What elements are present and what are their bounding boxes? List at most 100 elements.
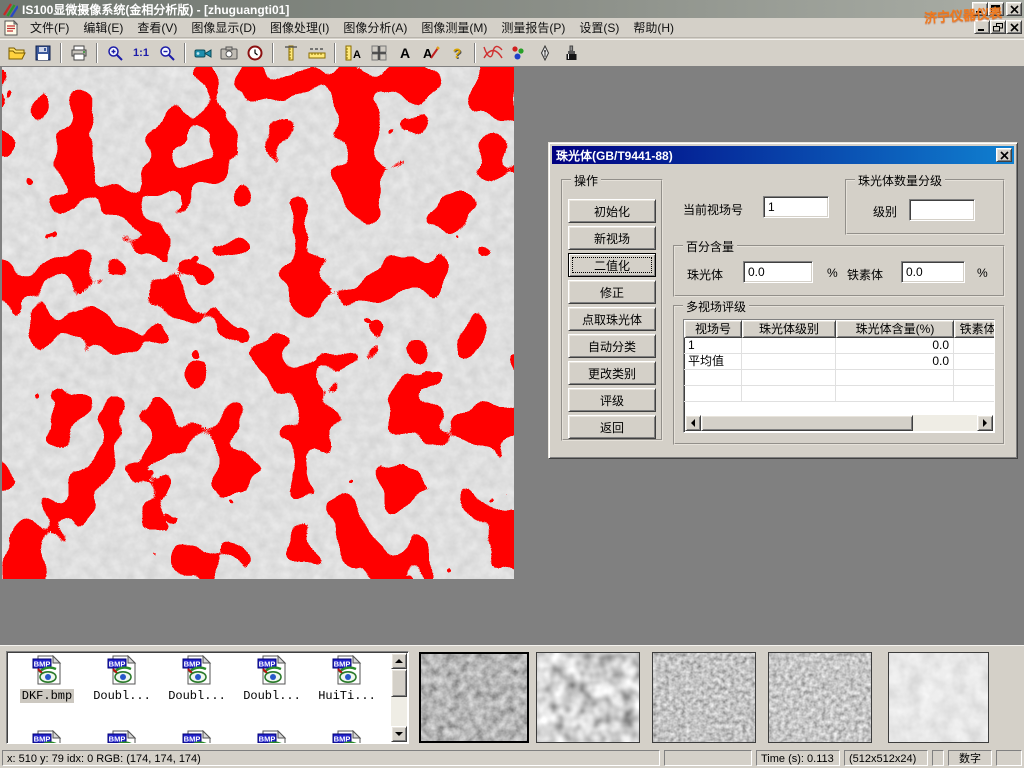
current-field-input[interactable] [763, 196, 829, 218]
header-ferrite-pct[interactable]: 铁素体含量(%) [954, 320, 995, 338]
grade-input[interactable] [909, 199, 975, 221]
file-list[interactable]: DKF.bmp Doubl... Doubl... Doubl... HuiTi… [6, 651, 409, 744]
correct-button[interactable]: 修正 [568, 280, 656, 304]
status-mode: 数字 [948, 750, 992, 766]
menu-view[interactable]: 查看(V) [130, 18, 184, 38]
pen-nib-icon [538, 45, 552, 61]
rate-button[interactable]: 评级 [568, 388, 656, 412]
file-item[interactable] [311, 730, 383, 744]
one-to-one-icon: 1:1 [133, 47, 149, 59]
thumbnail-2[interactable] [536, 652, 640, 743]
bottom-panel: DKF.bmp Doubl... Doubl... Doubl... HuiTi… [0, 645, 1024, 748]
ruler-measure-button[interactable] [304, 41, 330, 65]
scroll-track[interactable] [913, 415, 977, 431]
header-grade[interactable]: 珠光体级别 [742, 320, 836, 338]
file-item[interactable]: Doubl... [161, 655, 233, 703]
file-name[interactable]: Doubl... [91, 689, 153, 703]
file-name[interactable]: HuiTi... [316, 689, 378, 703]
table-row[interactable]: 1 0.0 [684, 338, 994, 354]
dialog-close-button[interactable] [996, 148, 1012, 162]
file-name[interactable]: DKF.bmp [20, 689, 74, 703]
pearlite-percent-input[interactable] [743, 261, 813, 283]
text-edit-button[interactable]: A [418, 41, 444, 65]
header-field-no[interactable]: 视场号 [684, 320, 742, 338]
file-item[interactable] [236, 730, 308, 744]
metallograph-image[interactable] [2, 67, 514, 579]
binarize-button[interactable]: 二值化 [568, 253, 656, 277]
pen-tool-button[interactable] [532, 41, 558, 65]
table-row[interactable]: 平均值 0.0 [684, 354, 994, 370]
text-annotate-button[interactable]: A [392, 41, 418, 65]
menu-report[interactable]: 测量报告(P) [494, 18, 572, 38]
dialog-title-bar[interactable]: 珠光体(GB/T9441-88) [552, 146, 1014, 164]
print-button[interactable] [66, 41, 92, 65]
change-class-button[interactable]: 更改类别 [568, 361, 656, 385]
file-list-scrollbar[interactable] [391, 653, 407, 742]
menu-image-display[interactable]: 图像显示(D) [184, 18, 263, 38]
scroll-down-button[interactable] [391, 726, 407, 742]
video-capture-button[interactable] [190, 41, 216, 65]
new-field-button[interactable]: 新视场 [568, 226, 656, 250]
help-button[interactable]: ? [444, 41, 470, 65]
menu-image-analysis[interactable]: 图像分析(A) [336, 18, 414, 38]
menu-image-measure[interactable]: 图像测量(M) [414, 18, 494, 38]
thumbnail-1[interactable] [419, 652, 529, 743]
thumbnail-3[interactable] [652, 652, 756, 743]
zoom-in-button[interactable] [102, 41, 128, 65]
cell [954, 370, 995, 386]
menu-file[interactable]: 文件(F) [23, 18, 76, 38]
timer-button[interactable] [242, 41, 268, 65]
scale-text-button[interactable]: A [340, 41, 366, 65]
initialize-button[interactable]: 初始化 [568, 199, 656, 223]
scroll-thumb[interactable] [391, 669, 407, 697]
toolbar-separator [184, 43, 186, 63]
save-button[interactable] [30, 41, 56, 65]
menu-help[interactable]: 帮助(H) [626, 18, 681, 38]
child-close-button[interactable] [1006, 20, 1022, 34]
bmp-file-icon [30, 655, 64, 685]
file-item[interactable] [161, 730, 233, 744]
file-name[interactable]: Doubl... [166, 689, 228, 703]
thumbnail-5[interactable] [888, 652, 989, 743]
open-button[interactable] [4, 41, 30, 65]
curve-tool-button[interactable] [480, 41, 506, 65]
file-name[interactable]: Doubl... [241, 689, 303, 703]
camera-icon [220, 46, 238, 60]
photo-capture-button[interactable] [216, 41, 242, 65]
menu-edit[interactable]: 编辑(E) [76, 18, 130, 38]
pick-pearlite-button[interactable]: 点取珠光体 [568, 307, 656, 331]
ferrite-percent-input[interactable] [901, 261, 965, 283]
scroll-right-button[interactable] [977, 415, 993, 431]
table-horizontal-scrollbar[interactable] [685, 415, 993, 431]
file-item[interactable]: Doubl... [86, 655, 158, 703]
grade-label: 级别 [873, 203, 897, 220]
status-spare-3 [996, 750, 1022, 766]
help-icon: ? [453, 45, 462, 61]
scroll-thumb[interactable] [701, 415, 913, 431]
file-item[interactable]: HuiTi... [311, 655, 383, 703]
auto-classify-button[interactable]: 自动分类 [568, 334, 656, 358]
table-row[interactable] [684, 370, 994, 386]
header-pearlite-pct[interactable]: 珠光体含量(%) [836, 320, 954, 338]
scroll-up-button[interactable] [391, 653, 407, 669]
classify-tool-button[interactable] [506, 41, 532, 65]
actual-size-button[interactable]: 1:1 [128, 41, 154, 65]
cell [742, 338, 836, 354]
table-row[interactable] [684, 386, 994, 402]
close-button[interactable] [1006, 2, 1022, 16]
grid-button[interactable] [366, 41, 392, 65]
rating-table-header: 视场号 珠光体级别 珠光体含量(%) 铁素体含量(%) [684, 320, 994, 338]
file-item[interactable] [86, 730, 158, 744]
file-item[interactable] [11, 730, 83, 744]
menu-image-process[interactable]: 图像处理(I) [263, 18, 336, 38]
thumbnail-4[interactable] [768, 652, 872, 743]
zoom-out-button[interactable] [154, 41, 180, 65]
menu-settings[interactable]: 设置(S) [572, 18, 626, 38]
return-button[interactable]: 返回 [568, 415, 656, 439]
caliper-measure-button[interactable] [278, 41, 304, 65]
brush-tool-button[interactable] [558, 41, 584, 65]
child-restore-button[interactable] [990, 20, 1006, 34]
file-item[interactable]: Doubl... [236, 655, 308, 703]
file-item[interactable]: DKF.bmp [11, 655, 83, 703]
scroll-left-button[interactable] [685, 415, 701, 431]
